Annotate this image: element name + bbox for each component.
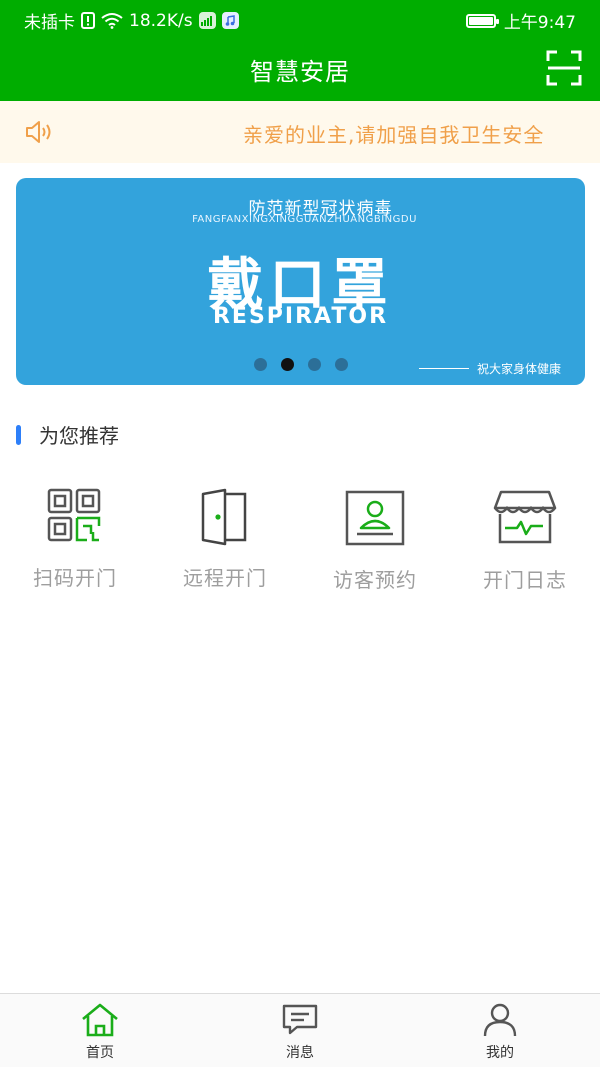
sim-alert-icon (81, 12, 95, 29)
func-label: 访客预约 (333, 568, 417, 592)
banner-dot[interactable] (254, 358, 267, 371)
section-title: 为您推荐 (39, 424, 119, 448)
func-visitor-booking[interactable]: 访客预约 (310, 490, 440, 593)
scan-icon (546, 50, 582, 86)
visitor-icon (345, 490, 405, 546)
signal-app-icon (198, 12, 216, 29)
wish-divider (418, 368, 469, 369)
status-right: 上午9:47 (465, 8, 576, 33)
speaker-icon (26, 121, 51, 143)
tab-label: 我的 (486, 1045, 514, 1061)
qr-code-icon (47, 488, 101, 542)
banner-wish: 祝大家身体健康 (418, 360, 561, 377)
music-app-icon (221, 12, 239, 29)
wifi-icon (101, 12, 123, 29)
battery-icon (465, 13, 499, 28)
scan-button[interactable] (546, 50, 582, 86)
carrier-text: 未插卡 (24, 13, 75, 33)
banner-pagination (254, 358, 348, 371)
net-speed-text: 18.2K/s (129, 10, 193, 31)
page-title: 智慧安居 (250, 58, 350, 86)
status-bar: 未插卡 18.2K/s 上午9:47 (0, 0, 600, 36)
app-header: 智慧安居 (0, 36, 600, 101)
tab-home[interactable]: 首页 (40, 1002, 160, 1062)
log-icon (493, 490, 557, 544)
notice-text: 亲爱的业主,请加强自我卫生安全 (243, 123, 545, 147)
clock-text: 上午9:47 (503, 13, 576, 33)
notice-bar[interactable]: 亲爱的业主,请加强自我卫生安全 (0, 101, 600, 163)
door-icon (201, 488, 247, 546)
func-remote-open[interactable]: 远程开门 (160, 488, 290, 591)
func-scan-open[interactable]: 扫码开门 (10, 488, 140, 591)
banner-dot-active[interactable] (281, 358, 294, 371)
tab-label: 消息 (286, 1045, 314, 1061)
promo-banner[interactable]: 防范新型冠状病毒 FANGFANXINGXINGGUANZHUANGBINGDU… (16, 178, 585, 385)
profile-icon (483, 1003, 517, 1037)
bottom-tab-bar: 首页 消息 我的 (0, 993, 600, 1067)
tab-label: 首页 (86, 1045, 114, 1061)
message-icon (282, 1004, 318, 1035)
banner-dot[interactable] (308, 358, 321, 371)
home-icon (82, 1003, 118, 1037)
section-header: 为您推荐 (16, 420, 119, 449)
func-label: 开门日志 (483, 568, 567, 592)
func-open-log[interactable]: 开门日志 (460, 490, 590, 593)
banner-pinyin: FANGFANXINGXINGGUANZHUANGBINGDU (192, 214, 417, 225)
banner-dot[interactable] (335, 358, 348, 371)
tab-messages[interactable]: 消息 (240, 1002, 360, 1062)
banner-english: RESPIRATOR (212, 304, 389, 329)
func-label: 扫码开门 (33, 566, 117, 590)
tab-profile[interactable]: 我的 (440, 1002, 560, 1062)
func-label: 远程开门 (183, 566, 267, 590)
status-left: 未插卡 18.2K/s (24, 8, 239, 33)
banner-wish-text: 祝大家身体健康 (476, 362, 561, 376)
section-accent-bar (16, 424, 21, 445)
